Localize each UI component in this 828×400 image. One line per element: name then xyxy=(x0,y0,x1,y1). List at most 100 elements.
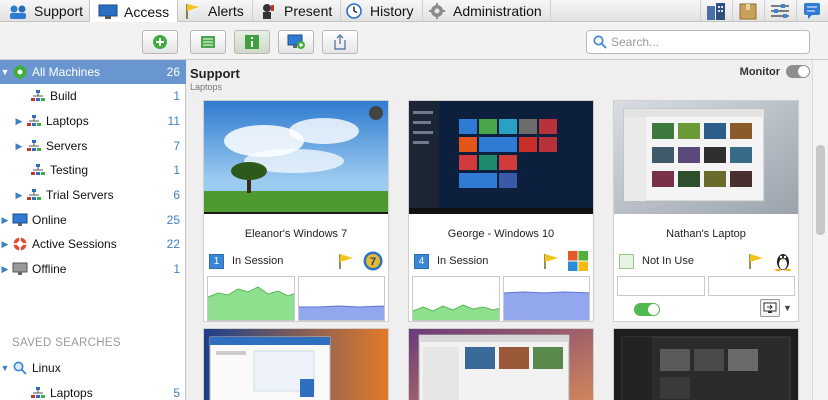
screen-thumbnail[interactable] xyxy=(409,329,593,400)
support-icon xyxy=(10,5,26,19)
expand-arrow-icon[interactable]: ▶ xyxy=(14,141,24,152)
chat-icon xyxy=(803,3,820,19)
flag-icon[interactable] xyxy=(747,253,765,269)
tab-alerts-label: Alerts xyxy=(208,3,244,19)
search-input[interactable] xyxy=(611,35,801,49)
toolbar xyxy=(0,22,828,60)
machine-card[interactable] xyxy=(613,328,799,400)
sidebar-item-label: Testing xyxy=(50,163,89,177)
tab-alerts[interactable]: Alerts xyxy=(174,0,253,22)
sidebar-item-all-machines[interactable]: ▼ All Machines 26 xyxy=(0,60,186,84)
main-panel: Support Laptops Monitor Eleanor's Window… xyxy=(187,60,812,400)
machine-status-row: 4 In Session xyxy=(414,251,588,271)
cpu-graph xyxy=(207,276,295,321)
info-button[interactable] xyxy=(234,30,270,54)
tab-history[interactable]: History xyxy=(336,0,423,22)
expand-arrow-icon[interactable]: ▶ xyxy=(14,190,24,201)
sidebar-item-label: Active Sessions xyxy=(32,237,117,251)
sidebar-item-build[interactable]: Build 1 xyxy=(0,84,186,108)
search-icon xyxy=(593,35,607,49)
machine-name: Eleanor's Windows 7 xyxy=(244,228,348,240)
tab-present[interactable]: Present xyxy=(250,0,342,22)
tab-present-label: Present xyxy=(284,3,333,19)
memory-graph xyxy=(502,276,590,321)
add-machine-button[interactable] xyxy=(142,30,178,54)
machine-card[interactable] xyxy=(408,328,594,400)
list-view-button[interactable] xyxy=(190,30,226,54)
sidebar-item-label: Laptops xyxy=(46,114,89,128)
sidebar: ▼ All Machines 26 Build 1 ▶ Laptops 11 ▶… xyxy=(0,60,186,400)
sidebar-item-label: Laptops xyxy=(50,386,93,400)
windows7-icon: 7 xyxy=(363,251,383,271)
tab-administration[interactable]: Administration xyxy=(419,0,551,22)
sidebar-item-count: 11 xyxy=(167,114,180,128)
flag-icon[interactable] xyxy=(542,253,560,269)
tab-history-label: History xyxy=(370,3,414,19)
machine-card[interactable]: George - Windows 10 4 In Session xyxy=(408,100,594,322)
chat-button[interactable] xyxy=(796,0,826,22)
usage-graphs xyxy=(207,276,385,321)
sidebar-item-laptops[interactable]: ▶ Laptops 11 xyxy=(0,109,186,133)
flag-icon[interactable] xyxy=(337,253,355,269)
cpu-graph xyxy=(412,276,500,321)
sidebar-item-trial-servers[interactable]: ▶ Trial Servers 6 xyxy=(0,183,186,207)
sidebar-item-label: Online xyxy=(32,213,67,227)
sidebar-item-offline[interactable]: ▶ Offline 1 xyxy=(0,257,186,281)
screen-thumbnail[interactable] xyxy=(204,101,388,214)
sidebar-item-label: Offline xyxy=(32,262,67,276)
expand-arrow-icon[interactable]: ▶ xyxy=(0,239,10,250)
memory-graph xyxy=(297,276,385,321)
machine-card[interactable]: Eleanor's Windows 7 1 In Session 7 xyxy=(203,100,389,322)
machine-card[interactable]: Nathan's Laptop Not In Use ▼ xyxy=(613,100,799,322)
machine-status: Not In Use xyxy=(642,255,694,267)
session-toggle[interactable] xyxy=(634,303,660,316)
connect-button[interactable] xyxy=(760,299,780,317)
machine-name: Nathan's Laptop xyxy=(666,228,746,240)
sidebar-item-saved-laptops[interactable]: Laptops 5 xyxy=(0,381,186,400)
expand-arrow-icon[interactable]: ▶ xyxy=(0,264,10,275)
sidebar-item-count: 22 xyxy=(166,237,180,251)
sidebar-item-active-sessions[interactable]: ▶ Active Sessions 22 xyxy=(0,232,186,256)
screen-thumbnail[interactable] xyxy=(614,101,798,214)
monitor-label: Monitor xyxy=(739,65,780,78)
sidebar-item-count: 5 xyxy=(173,386,180,400)
sidebar-item-count: 1 xyxy=(173,163,180,177)
search-box[interactable] xyxy=(586,30,810,54)
expand-arrow-icon[interactable]: ▶ xyxy=(14,116,24,127)
sidebar-item-label: Build xyxy=(50,89,77,103)
sidebar-item-servers[interactable]: ▶ Servers 7 xyxy=(0,134,186,158)
presenter-icon xyxy=(263,4,274,19)
flag-icon xyxy=(186,4,199,19)
screen-thumbnail[interactable] xyxy=(204,329,388,400)
tab-support[interactable]: Support xyxy=(0,0,93,22)
desktop-wallpaper-image xyxy=(614,101,798,214)
usage-graphs xyxy=(617,276,795,296)
screen-thumbnail[interactable] xyxy=(614,329,798,400)
expand-arrow-icon[interactable]: ▼ xyxy=(0,363,10,373)
desktop-wallpaper-image xyxy=(409,329,593,400)
lifebuoy-icon xyxy=(12,237,28,251)
settings-sliders-button[interactable] xyxy=(764,0,794,22)
machine-card[interactable] xyxy=(203,328,389,400)
main-scrollbar[interactable] xyxy=(812,60,828,400)
desktop-wallpaper-image xyxy=(409,101,593,214)
connect-dropdown-icon[interactable]: ▼ xyxy=(783,303,792,313)
sidebar-item-saved-linux[interactable]: ▼ Linux xyxy=(0,356,186,380)
gear-icon xyxy=(429,3,445,19)
package-button[interactable] xyxy=(732,0,762,22)
building-button[interactable] xyxy=(700,0,730,22)
tab-access[interactable]: Access xyxy=(89,0,179,23)
share-button[interactable] xyxy=(322,30,358,54)
expand-arrow-icon[interactable]: ▼ xyxy=(0,67,10,77)
scrollbar-thumb[interactable] xyxy=(816,145,825,235)
add-screen-button[interactable] xyxy=(278,30,314,54)
screen-thumbnail[interactable] xyxy=(409,101,593,214)
usage-graphs xyxy=(412,276,590,321)
sidebar-item-online[interactable]: ▶ Online 25 xyxy=(0,208,186,232)
sidebar-item-label: All Machines xyxy=(32,65,101,79)
machine-status: In Session xyxy=(437,255,489,267)
monitor-toggle[interactable] xyxy=(786,65,810,78)
sidebar-item-testing[interactable]: Testing 1 xyxy=(0,158,186,182)
clock-icon xyxy=(346,3,362,19)
expand-arrow-icon[interactable]: ▶ xyxy=(0,215,10,226)
